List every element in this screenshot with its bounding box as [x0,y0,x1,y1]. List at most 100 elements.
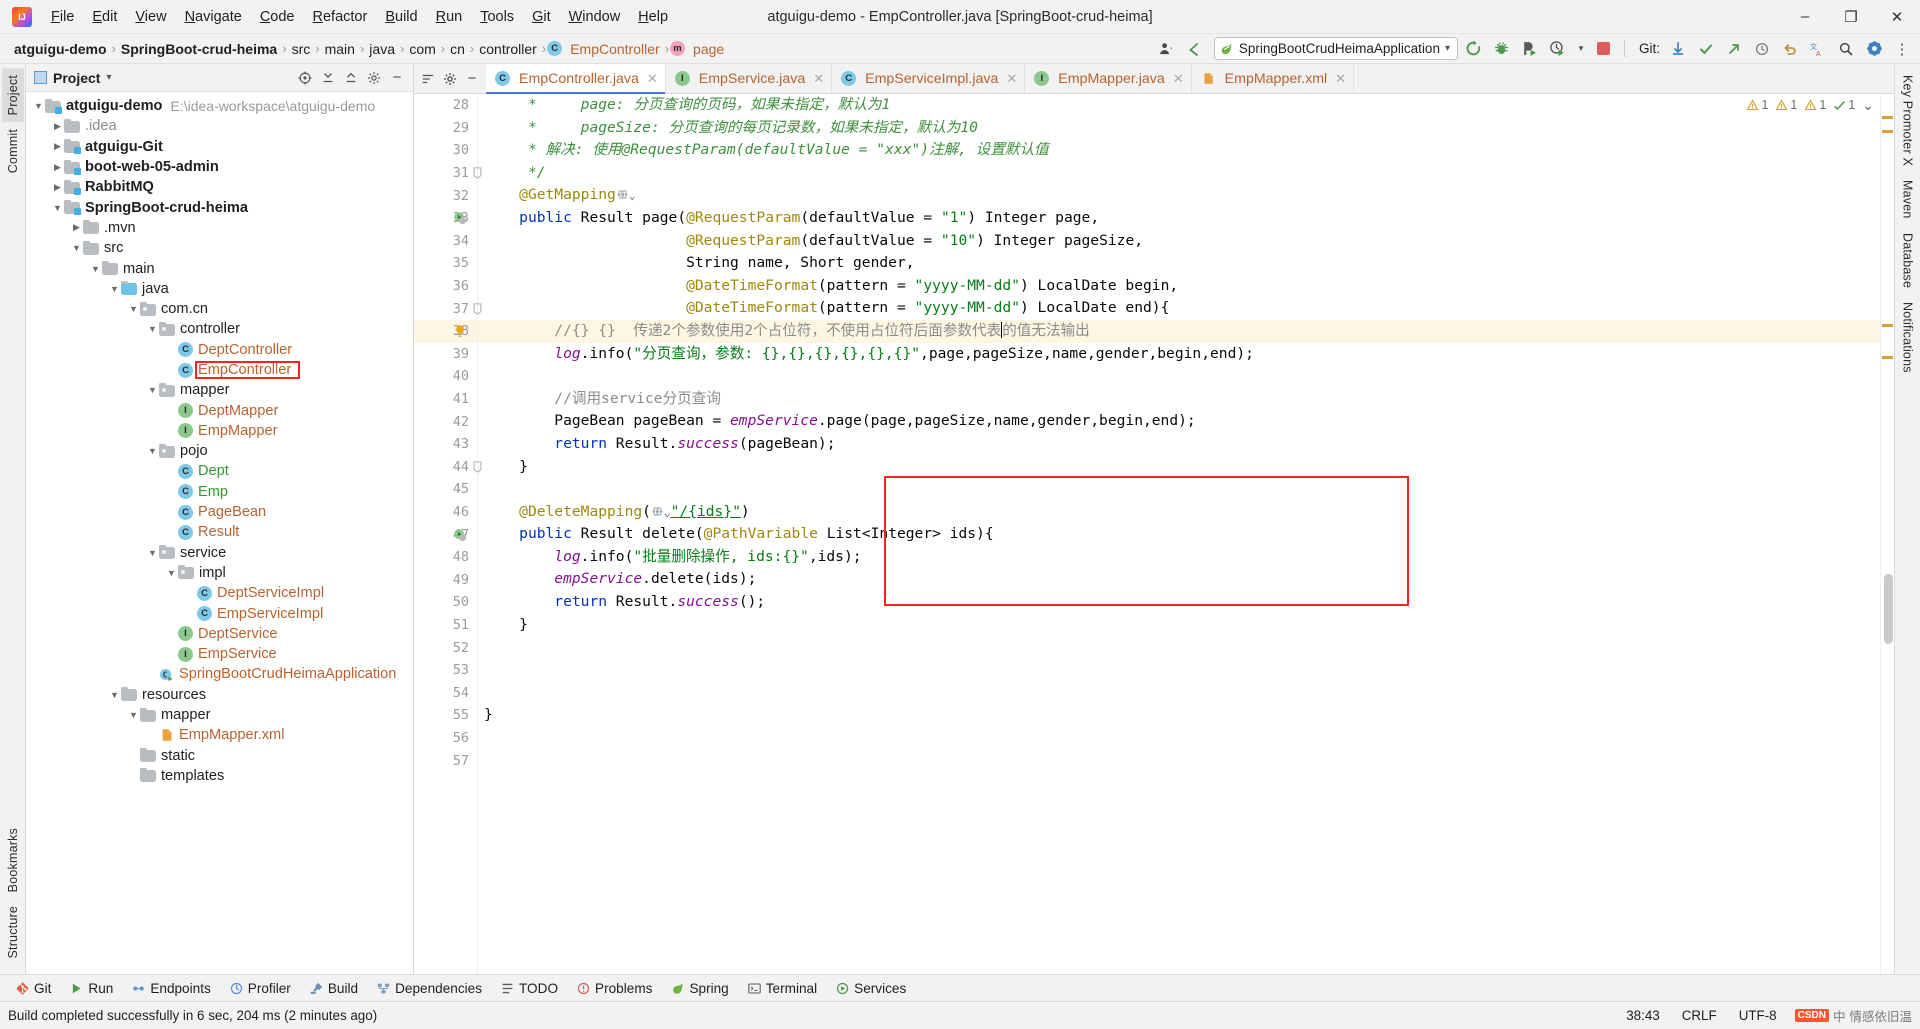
tree-node-static[interactable]: static [26,746,413,766]
gutter-line-28[interactable]: 28 [414,94,477,117]
inspection-status-widget[interactable]: 1 1 1 1 ⌄ [1742,94,1878,116]
caret-position[interactable]: 38:43 [1622,1006,1664,1025]
breadcrumb-item-java[interactable]: java [365,40,399,58]
bottom-tool-problems[interactable]: Problems [569,978,660,999]
gutter-line-47[interactable]: 47 [414,523,477,546]
code-line-55[interactable]: } [484,704,1880,727]
git-commit-icon[interactable] [1694,38,1718,60]
gutter-line-55[interactable]: 55 [414,704,477,727]
menu-edit[interactable]: Edit [83,5,126,29]
run-with-coverage-icon[interactable] [1518,38,1542,60]
tree-node-service[interactable]: ▼ service [26,543,413,563]
chevron-down-icon[interactable]: ▼ [51,203,64,213]
chevron-down-icon[interactable]: ▼ [70,243,83,253]
code-line-43[interactable]: return Result.success(pageBean); [484,433,1880,456]
bottom-tool-git[interactable]: Git [8,978,59,999]
code-line-33[interactable]: public Result page(@RequestParam(default… [484,207,1880,230]
maximize-button[interactable]: ❐ [1828,0,1874,34]
line-number-gutter[interactable]: 28 29 30 31 32 33 34 35 36 37 38 39 40 41 42 43 44 45 46 47… [414,94,481,974]
gutter-line-48[interactable]: 48 [414,546,477,569]
editor-tab-empmapper-java[interactable]: I EmpMapper.java ✕ [1025,64,1192,93]
run-gutter-icon[interactable] [452,210,468,226]
tree-node-pojo[interactable]: ▼ pojo [26,441,413,461]
stop-icon[interactable] [1592,38,1616,60]
code-line-40[interactable] [484,365,1880,388]
tree-node-templates[interactable]: templates [26,766,413,786]
project-file-tree[interactable]: ▼ atguigu-demo E:\idea-workspace\atguigu-d… [26,92,413,974]
breadcrumb-item-controller[interactable]: controller [475,40,541,58]
code-line-47[interactable]: public Result delete(@PathVariable List<… [484,523,1880,546]
gutter-line-31[interactable]: 31 [414,162,481,185]
bottom-tool-build[interactable]: Build [302,978,366,999]
chevron-down-icon[interactable]: ▼ [146,385,159,395]
gutter-line-53[interactable]: 53 [414,659,477,682]
gutter-line-45[interactable]: 45 [414,478,477,501]
code-line-30[interactable]: * 解决: 使用@RequestParam(defaultValue = "xx… [484,139,1880,162]
gutter-line-32[interactable]: 32 [414,184,477,207]
menu-git[interactable]: Git [523,5,560,29]
breadcrumb-item-empcontroller[interactable]: C EmpController [547,40,663,58]
tree-node-deptmapper[interactable]: I DeptMapper [26,400,413,420]
debug-icon[interactable] [1490,38,1514,60]
code-line-32[interactable]: @GetMapping ⌄ [484,184,1880,207]
rail-tab-commit[interactable]: Commit [2,122,24,180]
tree-node-dept[interactable]: C Dept [26,461,413,481]
chevron-down-icon[interactable]: ▼ [89,264,102,274]
chevron-down-icon[interactable]: ▼ [146,548,159,558]
hide-panel-icon[interactable]: − [387,68,407,88]
gutter-line-46[interactable]: 46 [414,501,477,524]
chevron-down-icon[interactable]: ▼ [127,710,140,720]
chevron-down-icon[interactable]: ▼ [127,304,140,314]
tree-node-rabbitmq[interactable]: ▶ RabbitMQ [26,177,413,197]
chevron-down-icon[interactable]: ▾ [1445,43,1450,54]
line-separator[interactable]: CRLF [1678,1006,1721,1025]
bottom-tool-run[interactable]: Run [62,978,121,999]
profiler-dropdown-icon[interactable]: ▾ [1574,38,1588,60]
code-line-50[interactable]: return Result.success(); [484,591,1880,614]
code-line-49[interactable]: empService.delete(ids); [484,568,1880,591]
chevron-right-icon[interactable]: ▶ [70,222,83,233]
tree-node-emp[interactable]: C Emp [26,482,413,502]
code-line-28[interactable]: * page: 分页查询的页码，如果未指定，默认为1 [484,94,1880,117]
menu-build[interactable]: Build [376,5,426,29]
code-line-44[interactable]: } [484,456,1880,479]
close-button[interactable]: ✕ [1874,0,1920,34]
menu-help[interactable]: Help [629,5,677,29]
bottom-tool-spring[interactable]: Spring [663,978,736,999]
git-push-icon[interactable] [1722,38,1746,60]
chevron-down-icon[interactable]: ▼ [32,101,45,111]
chevron-down-icon[interactable]: ▼ [108,284,121,294]
close-icon[interactable]: ✕ [1006,71,1017,87]
breadcrumb-item-cn[interactable]: cn [446,40,469,58]
tree-node-com-cn[interactable]: ▼ com.cn [26,299,413,319]
menu-file[interactable]: File [42,5,83,29]
bottom-tool-services[interactable]: Services [828,978,914,999]
code-line-56[interactable] [484,727,1880,750]
gutter-line-49[interactable]: 49 [414,568,477,591]
tree-node-empcontroller[interactable]: C EmpController [26,360,413,380]
gear-icon[interactable] [1862,38,1886,60]
editor-tab-empmapper-xml[interactable]: EmpMapper.xml ✕ [1192,64,1355,93]
close-icon[interactable]: ✕ [647,71,658,87]
code-line-48[interactable]: log.info("批量删除操作, ids:{}",ids); [484,546,1880,569]
close-icon[interactable]: ✕ [1335,71,1346,87]
gutter-line-33[interactable]: 33 [414,207,477,230]
code-editor[interactable]: 28 29 30 31 32 33 34 35 36 37 38 39 40 41 42 43 44 45 46 47… [414,94,1894,974]
gutter-line-41[interactable]: 41 [414,388,477,411]
gutter-line-44[interactable]: 44 [414,456,481,479]
gutter-line-40[interactable]: 40 [414,365,477,388]
back-arrow-icon[interactable] [1182,38,1206,60]
undo-icon[interactable] [1778,38,1802,60]
breadcrumb[interactable]: atguigu-demo › SpringBoot-crud-heima › src › m… [10,40,728,58]
chevron-down-icon[interactable]: ▼ [146,446,159,456]
gutter-line-51[interactable]: 51 [414,614,477,637]
code-line-45[interactable] [484,478,1880,501]
web-endpoint-icon[interactable] [651,503,664,526]
tree-node-controller[interactable]: ▼ controller [26,319,413,339]
gutter-line-42[interactable]: 42 [414,410,477,433]
code-text-area[interactable]: * page: 分页查询的页码，如果未指定，默认为1 * pageSize: 分… [478,94,1880,974]
chevron-down-icon[interactable]: ▼ [146,324,159,334]
code-line-42[interactable]: PageBean pageBean = empService.page(page… [484,410,1880,433]
chevron-down-icon[interactable]: ▼ [165,568,178,578]
code-line-52[interactable] [484,636,1880,659]
